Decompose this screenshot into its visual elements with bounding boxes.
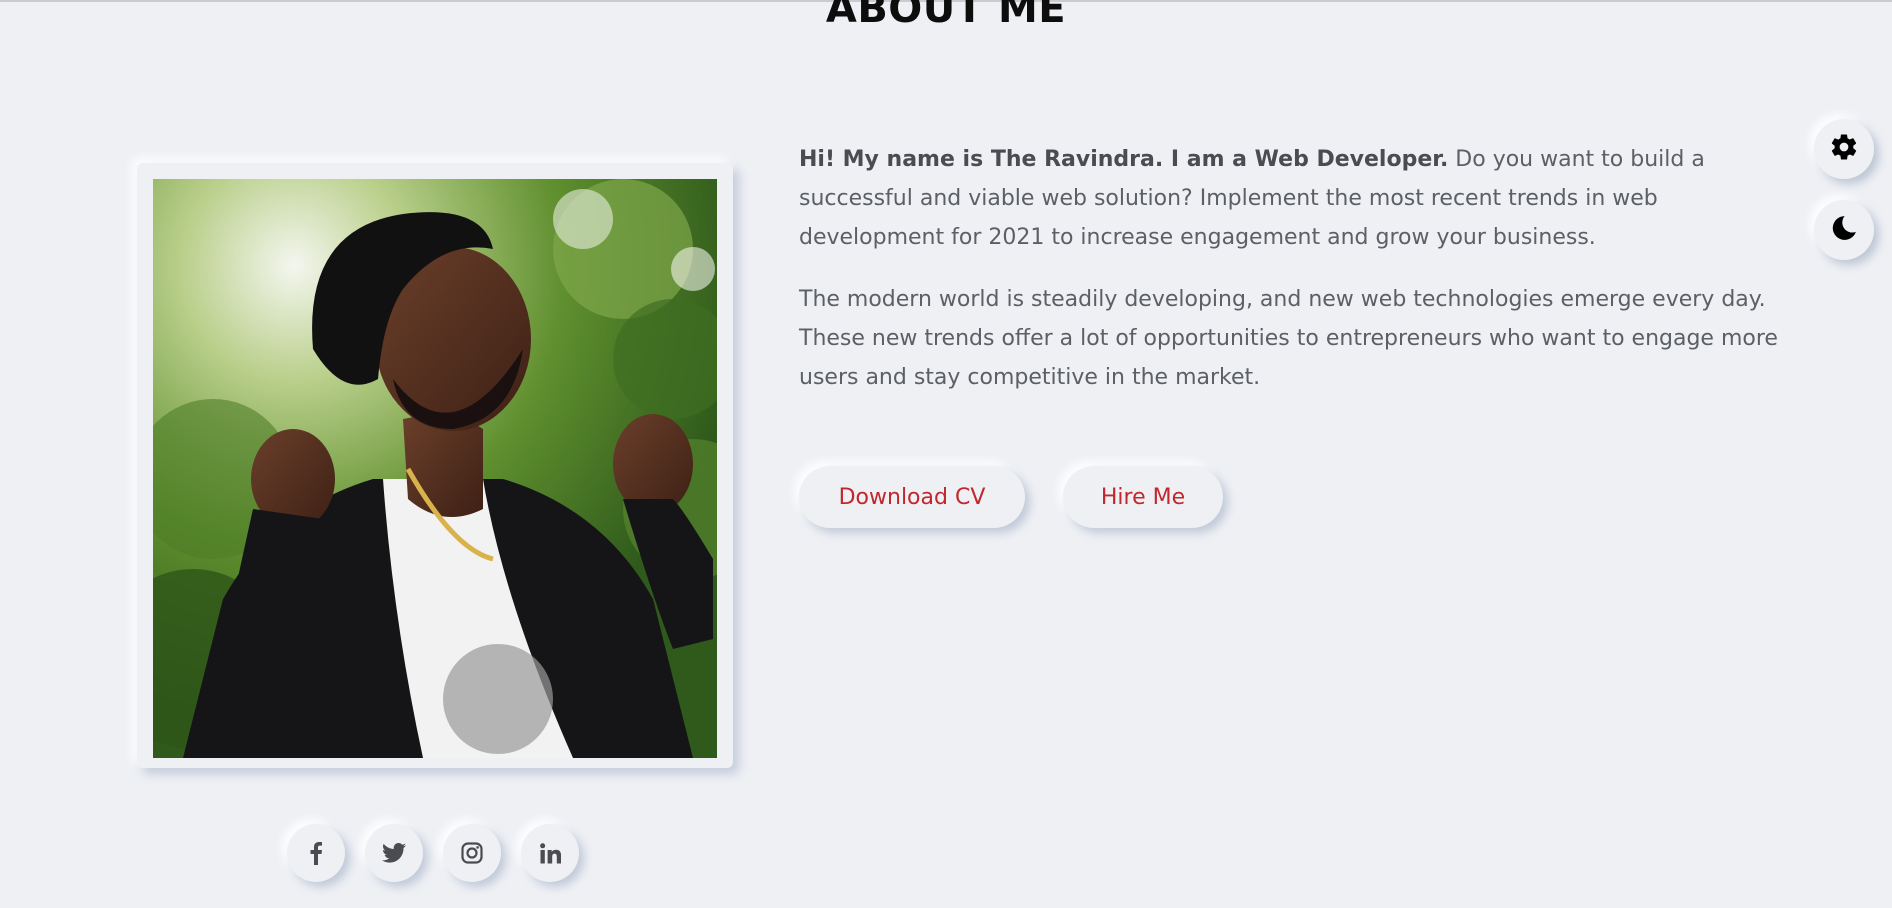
section-title: ABOUT ME (825, 0, 1067, 32)
download-cv-button[interactable]: Download CV (799, 466, 1025, 528)
instagram-icon (461, 842, 483, 864)
about-intro-bold: Hi! My name is The Ravindra. I am a Web … (799, 147, 1449, 172)
facebook-button[interactable] (287, 824, 345, 882)
about-paragraph-1: Hi! My name is The Ravindra. I am a Web … (799, 140, 1789, 257)
hire-me-button[interactable]: Hire Me (1063, 466, 1223, 528)
linkedin-button[interactable] (521, 824, 579, 882)
profile-photo (153, 179, 717, 758)
facebook-icon (309, 841, 323, 865)
about-text: Hi! My name is The Ravindra. I am a Web … (799, 140, 1789, 420)
instagram-button[interactable] (443, 824, 501, 882)
linkedin-icon (539, 842, 561, 864)
twitter-icon (382, 843, 406, 863)
settings-button[interactable] (1814, 119, 1874, 179)
moon-icon (1829, 213, 1859, 248)
about-paragraph-2: The modern world is steadily developing,… (799, 287, 1778, 390)
profile-photo-frame (137, 163, 733, 768)
twitter-button[interactable] (365, 824, 423, 882)
gear-icon (1829, 132, 1859, 167)
theme-toggle-button[interactable] (1814, 200, 1874, 260)
